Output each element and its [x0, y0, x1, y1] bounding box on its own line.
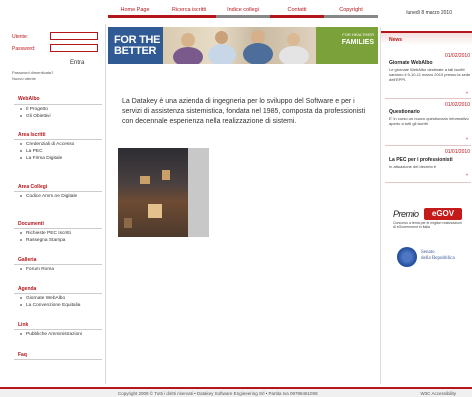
news-heading: News [389, 37, 403, 43]
news-more-link[interactable]: » [465, 172, 468, 177]
divider [14, 264, 102, 265]
user-label: Utente: [12, 34, 29, 40]
banner-right-panel: FOR HEALTHIER FAMILIES [316, 27, 378, 64]
sidebar-item-pubbliche-amm[interactable]: Pubbliche Amministrazioni [20, 332, 104, 337]
tab-contatti[interactable]: Contatti [270, 4, 324, 18]
tab-ricerca-iscritti[interactable]: Ricerca iscritti [162, 4, 216, 18]
right-column: News 01/02/2010 Giornate WebAlbo Le gior… [380, 27, 472, 384]
section-title-galleria: Galleria [18, 257, 37, 263]
banner-right-small-text: FOR HEALTHIER [342, 32, 374, 37]
password-row: Password: [12, 44, 102, 54]
news-date: 01/01/2010 [444, 149, 470, 155]
news-text: In attuazione del decreto è [389, 164, 437, 169]
news-title[interactable]: Questionario [389, 109, 420, 115]
sidebar-item-giornate-webalbo[interactable]: Giornate WebAlbo [20, 296, 104, 301]
footer-accessibility-link[interactable]: W3C Accessibility [420, 391, 456, 396]
divider [385, 98, 471, 99]
sidebar-item-forum-roma[interactable]: Forum Roma [20, 267, 104, 272]
news-more-link[interactable]: » [465, 136, 468, 141]
header-banner: FOR THE BETTER FOR HEALTHIER FAMILIES [108, 27, 378, 64]
news-text: Le giornate WebAlbo destinate a tali isc… [389, 67, 471, 82]
news-more-link[interactable]: » [465, 90, 468, 95]
news-title[interactable]: La PEC per i professionisti [389, 157, 453, 163]
sidebar-item-rassegna-stampa[interactable]: Rassegna Stampa [20, 238, 104, 243]
forgot-password-link[interactable]: Password dimenticata? [12, 70, 53, 75]
tab-home-page[interactable]: Home Page [108, 4, 162, 18]
divider [14, 191, 102, 192]
footer: Copyright 2009 © Tutti i diritti riserva… [0, 387, 472, 397]
sidebar-item-richieste-pec[interactable]: Richieste PEC Iscritti [20, 231, 104, 236]
user-input[interactable] [50, 32, 98, 40]
tab-copyright[interactable]: Copyright [324, 4, 378, 18]
senato-text: Senato della Repubblica [421, 250, 455, 261]
news-text: E' in corso un nuovo questionario inform… [389, 116, 469, 126]
password-label: Password: [12, 46, 36, 52]
house-image [118, 148, 188, 237]
section-title-documenti: Documenti [18, 221, 44, 227]
senato-emblem-icon [397, 247, 417, 267]
premio-word: Premio [393, 209, 419, 219]
sidebar-item-firma-digitale[interactable]: La Firma Digitale [20, 156, 104, 161]
section-title-area-iscritti: Area Iscritti [18, 132, 46, 138]
senato-link[interactable]: Senato della Repubblica [397, 245, 467, 271]
user-row: Utente: [12, 32, 102, 42]
banner-left-text: FOR THE BETTER [114, 34, 161, 57]
intro-paragraph: La Datakey è una azienda di ingegneria p… [122, 98, 366, 125]
divider [14, 329, 102, 330]
footer-copyright: Copyright 2009 © Tutti i diritti riserva… [118, 391, 318, 396]
premio-egov-badge[interactable]: Premio eGOV Concorso a tema per le migli… [393, 207, 465, 229]
family-photo [163, 27, 318, 64]
divider [14, 293, 102, 294]
sidebar-item-credenziali[interactable]: Credenziali di Accesso [20, 142, 104, 147]
top-navigation: Home Page Ricerca iscritti Indice colleg… [108, 4, 378, 18]
news-title[interactable]: Giornate WebAlbo [389, 60, 433, 66]
sidebar-item-convenzione-equitalia[interactable]: La Convenzione Equitalia [20, 303, 104, 308]
section-title-agenda: Agenda [18, 286, 37, 292]
divider [14, 228, 102, 229]
egov-logo: eGOV [424, 208, 462, 220]
section-title-faq[interactable]: Faq [18, 352, 27, 358]
section-title-link: Link [18, 322, 29, 328]
building-photo [118, 148, 209, 237]
sidebar-item-la-pec[interactable]: La PEC [20, 149, 104, 154]
sidebar-item-codice-amm[interactable]: Codice Amm.ne Digitale [20, 194, 104, 199]
divider [385, 182, 471, 183]
news-date: 01/02/2010 [444, 53, 470, 59]
banner-right-text: FAMILIES [341, 39, 374, 46]
section-title-area-collegi: Area Collegi [18, 184, 48, 190]
divider [14, 104, 102, 105]
section-title-webalbo: WebAlbo [18, 96, 40, 102]
current-date: lunedì 8 marzo 2010 [406, 10, 452, 16]
news-header: News [381, 31, 472, 45]
sidebar-item-il-progetto[interactable]: Il Progetto [20, 107, 104, 112]
sidebar-item-gli-obiettivi[interactable]: Gli Obiettivi [20, 114, 104, 119]
premio-subtitle: Concorso a tema per le migliori realizza… [393, 221, 462, 229]
sidebar: Utente: Password: Entra Password dimenti… [0, 24, 106, 384]
divider [385, 145, 471, 146]
password-input[interactable] [50, 44, 98, 52]
news-date: 01/02/2010 [444, 102, 470, 108]
tab-indice-collegi[interactable]: Indice collegi [216, 4, 270, 18]
divider [14, 139, 102, 140]
new-user-link[interactable]: Nuovo utente [12, 76, 36, 81]
divider [14, 359, 102, 360]
login-button[interactable]: Entra [70, 60, 84, 66]
